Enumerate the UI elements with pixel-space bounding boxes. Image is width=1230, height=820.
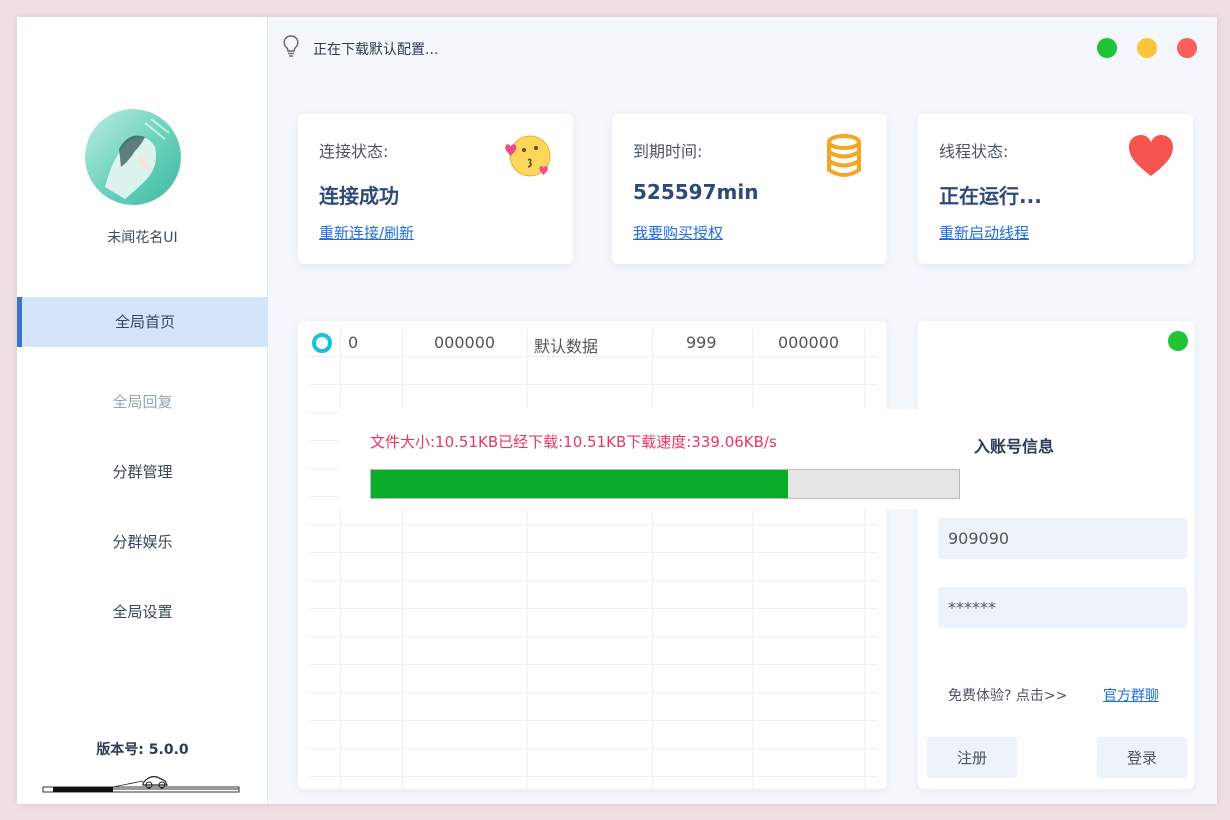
sidebar: 未闻花名UI 全局首页 全局回复 分群管理 分群娱乐 全局设置 版本号: 5.0… (17, 17, 268, 804)
download-progress-overlay: 文件大小:10.51KB已经下载:10.51KB下载速度:339.06KB/s (339, 409, 960, 509)
card-value: 正在运行... (939, 184, 1042, 208)
username: 未闻花名UI (107, 230, 178, 246)
login-button[interactable]: 登录 (1097, 737, 1187, 778)
card-value: 525597min (633, 180, 759, 204)
window-minimize-button[interactable] (1137, 38, 1157, 58)
connection-indicator (1168, 331, 1188, 351)
table-cell: 000000 (778, 333, 840, 352)
sidebar-item-home[interactable]: 全局首页 (17, 297, 268, 347)
heart-icon (1129, 135, 1173, 176)
app-window: 未闻花名UI 全局首页 全局回复 分群管理 分群娱乐 全局设置 版本号: 5.0… (17, 17, 1217, 804)
kiss-emoji-icon (505, 135, 551, 177)
version-label: 版本号: (96, 742, 144, 758)
official-group-link[interactable]: 官方群聊 (1103, 685, 1159, 705)
card-label: 到期时间: (633, 142, 703, 161)
table-cell: 默认数据 (534, 337, 599, 356)
connection-status-card: 连接状态: 连接成功 重新连接/刷新 (298, 114, 573, 264)
scale-bar-illustration (42, 776, 240, 793)
version-info: 版本号: 5.0.0 (17, 739, 268, 759)
download-progress-fill (371, 470, 789, 498)
row-select-radio[interactable] (312, 333, 332, 353)
table-cell: 0 (348, 333, 359, 352)
database-icon (827, 134, 861, 177)
card-label: 线程状态: (939, 142, 1009, 161)
account-input[interactable] (938, 518, 1187, 559)
register-button[interactable]: 注册 (927, 737, 1017, 778)
free-trial-text: 免费体验? 点击>> (948, 688, 1068, 704)
expiry-time-card: 到期时间: 525597min 我要购买授权 (612, 114, 887, 264)
card-value: 连接成功 (319, 184, 399, 208)
reconnect-link[interactable]: 重新连接/刷新 (319, 222, 414, 243)
avatar-image (85, 109, 181, 205)
version-value: 5.0.0 (148, 742, 189, 758)
table-cell: 000000 (434, 333, 496, 352)
data-table: 0 000000 默认数据 999 000000 (298, 321, 887, 789)
sidebar-item-settings[interactable]: 全局设置 (17, 587, 268, 637)
buy-license-link[interactable]: 我要购买授权 (633, 222, 723, 243)
status-text: 正在下载默认配置... (313, 42, 439, 58)
window-close-button[interactable] (1177, 38, 1197, 58)
sidebar-item-group-fun[interactable]: 分群娱乐 (17, 517, 268, 567)
download-info-text: 文件大小:10.51KB已经下载:10.51KB下载速度:339.06KB/s (370, 433, 777, 451)
sidebar-item-group-manage[interactable]: 分群管理 (17, 447, 268, 497)
login-panel: 入账号信息 免费体验? 点击>> 官方群聊 注册 登录 (918, 321, 1194, 789)
lightbulb-icon (283, 35, 299, 57)
window-green-button[interactable] (1097, 38, 1117, 58)
password-input[interactable] (938, 587, 1187, 628)
thread-status-card: 线程状态: 正在运行... 重新启动线程 (918, 114, 1193, 264)
table-cell: 999 (686, 333, 717, 352)
card-label: 连接状态: (319, 142, 389, 161)
avatar[interactable] (85, 109, 181, 205)
login-title: 入账号信息 (974, 437, 1055, 456)
sidebar-item-reply[interactable]: 全局回复 (17, 377, 268, 427)
restart-thread-link[interactable]: 重新启动线程 (939, 222, 1029, 243)
download-progress-bar (370, 469, 960, 499)
